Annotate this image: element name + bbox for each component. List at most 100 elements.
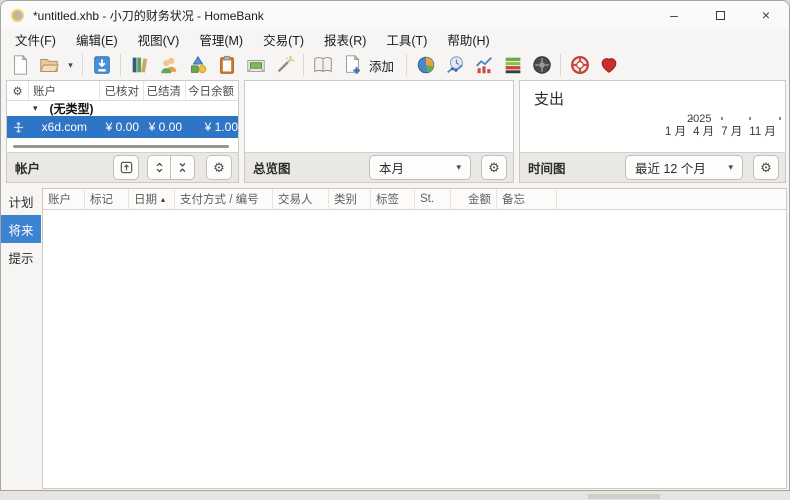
toolbar-separator — [406, 54, 407, 76]
menu-manage[interactable]: 管理(M) — [189, 28, 253, 51]
txn-col-amount[interactable]: 金额 — [451, 189, 497, 209]
minimize-button[interactable]: – — [651, 1, 697, 29]
txn-col-status[interactable]: St. — [415, 189, 451, 209]
help-donate-button[interactable] — [565, 52, 594, 79]
overview-panel: 总览图 本月 ▾ ⚙ — [244, 80, 514, 183]
ledger-icon — [312, 54, 334, 76]
expander-icon[interactable]: ▾ — [33, 103, 38, 114]
accounts-footer: 帐户 ⚙ — [7, 152, 238, 182]
toolbar-separator — [303, 54, 304, 76]
budget-report-button[interactable] — [498, 52, 527, 79]
accounts-panel: ⚙ 账户 已核对 已结清 今日余额 ▾ (无类型) x6d.com ¥ 0.00… — [6, 80, 239, 183]
txn-col-date[interactable]: 日期 ▴ — [129, 189, 175, 209]
axis-tick-label: 7 月 — [721, 123, 742, 139]
time-chart-settings-button[interactable]: ⚙ — [753, 155, 779, 180]
account-group-row[interactable]: ▾ (无类型) — [7, 101, 238, 116]
vehicle-cost-icon — [531, 54, 553, 76]
menu-view[interactable]: 视图(V) — [128, 28, 190, 51]
box-arrow-up-icon — [119, 160, 134, 175]
menu-reports[interactable]: 报表(R) — [314, 28, 376, 51]
bottom-side-tabs: 计划 将来 提示 — [1, 187, 41, 271]
axis-tick-label: 1 月 — [665, 123, 686, 139]
balance-report-button[interactable] — [469, 52, 498, 79]
txn-col-account[interactable]: 账户 — [43, 189, 85, 209]
account-cleared-value: ¥ 0.00 — [139, 120, 182, 134]
accounts-col-account[interactable]: 账户 — [29, 81, 100, 100]
txn-col-payment[interactable]: 支付方式 / 编号 — [175, 189, 273, 209]
axis-tick-label: 11 月 — [749, 123, 776, 139]
axis-tick — [749, 117, 751, 120]
txn-col-flag[interactable]: 标记 — [85, 189, 129, 209]
time-chart-footer: 时间图 最近 12 个月 ▾ ⚙ — [520, 152, 785, 182]
close-button[interactable]: × — [743, 1, 789, 29]
trendtime-report-button[interactable] — [440, 52, 469, 79]
tab-future[interactable]: 将来 — [1, 215, 41, 243]
transactions-list[interactable] — [43, 210, 786, 489]
manage-budget-button[interactable] — [241, 52, 270, 79]
help-donate-icon — [569, 54, 591, 76]
open-file-button[interactable] — [34, 52, 63, 79]
categories-icon — [187, 54, 209, 76]
txn-col-tags[interactable]: 标签 — [371, 189, 415, 209]
overview-footer-label: 总览图 — [253, 158, 291, 177]
open-dropdown-button[interactable]: ▾ — [63, 52, 78, 79]
horizontal-scrollbar[interactable] — [13, 145, 229, 148]
scheduled-icon — [216, 54, 238, 76]
accounts-settings-button[interactable]: ⚙ — [206, 155, 232, 180]
menu-help[interactable]: 帮助(H) — [437, 28, 499, 51]
txn-col-payee[interactable]: 交易人 — [273, 189, 329, 209]
maximize-button[interactable] — [697, 1, 743, 29]
time-chart-title: 支出 — [534, 88, 564, 109]
manage-categories-button[interactable] — [183, 52, 212, 79]
add-transaction-label[interactable]: 添加 — [369, 56, 394, 75]
assignments-button[interactable] — [270, 52, 299, 79]
add-transaction-button[interactable] — [337, 52, 366, 79]
accounts-col-today-balance[interactable]: 今日余额 — [186, 81, 238, 100]
scheduled-transactions-button[interactable] — [212, 52, 241, 79]
maximize-icon — [716, 11, 725, 20]
accounts-col-reconciled[interactable]: 已核对 — [100, 81, 144, 100]
statistics-report-button[interactable] — [411, 52, 440, 79]
payees-icon — [158, 54, 180, 76]
overview-range-value: 本月 — [379, 158, 404, 177]
titlebar: *untitled.xhb - 小刀的财务状况 - HomeBank – × — [1, 1, 789, 29]
time-range-dropdown[interactable]: 最近 12 个月 ▾ — [625, 155, 743, 180]
tab-scheduled[interactable]: 计划 — [1, 187, 41, 215]
overview-footer: 总览图 本月 ▾ ⚙ — [245, 152, 513, 182]
heart-button[interactable] — [594, 52, 623, 79]
new-file-button[interactable] — [5, 52, 34, 79]
open-account-button[interactable] — [113, 155, 139, 180]
menu-edit[interactable]: 编辑(E) — [66, 28, 128, 51]
window-title: *untitled.xhb - 小刀的财务状况 - HomeBank — [33, 7, 264, 24]
expand-all-icon — [153, 161, 166, 174]
toolbar-separator — [82, 54, 83, 76]
overview-settings-button[interactable]: ⚙ — [481, 155, 507, 180]
vehicle-cost-button[interactable] — [527, 52, 556, 79]
accounts-icon — [129, 54, 151, 76]
collapse-all-button[interactable] — [171, 155, 195, 180]
show-ledger-button[interactable] — [308, 52, 337, 79]
menu-file[interactable]: 文件(F) — [5, 28, 66, 51]
manage-accounts-button[interactable] — [125, 52, 154, 79]
overview-range-dropdown[interactable]: 本月 ▾ — [369, 155, 471, 180]
homebank-window: *untitled.xhb - 小刀的财务状况 - HomeBank – × 文… — [0, 0, 790, 491]
accounts-settings-column-icon[interactable]: ⚙ — [7, 81, 29, 100]
toolbar-separator — [120, 54, 121, 76]
account-row[interactable]: x6d.com ¥ 0.00 ¥ 0.00 ¥ 1.00 — [7, 116, 238, 138]
menu-transactions[interactable]: 交易(T) — [253, 28, 314, 51]
toolbar-separator — [560, 54, 561, 76]
account-move-icon — [7, 122, 29, 133]
save-button[interactable] — [87, 52, 116, 79]
txn-col-memo[interactable]: 备忘 — [497, 189, 557, 209]
save-icon — [91, 54, 113, 76]
background-artifact — [588, 494, 660, 499]
accounts-col-cleared[interactable]: 已结清 — [144, 81, 186, 100]
account-today-balance-value: ¥ 1.00 — [182, 120, 238, 134]
assignments-icon — [274, 54, 296, 76]
expand-all-button[interactable] — [147, 155, 171, 180]
account-reconciled-value: ¥ 0.00 — [91, 120, 139, 134]
txn-col-category[interactable]: 类别 — [329, 189, 371, 209]
manage-payees-button[interactable] — [154, 52, 183, 79]
menu-tools[interactable]: 工具(T) — [376, 28, 437, 51]
tab-remind[interactable]: 提示 — [1, 243, 41, 271]
